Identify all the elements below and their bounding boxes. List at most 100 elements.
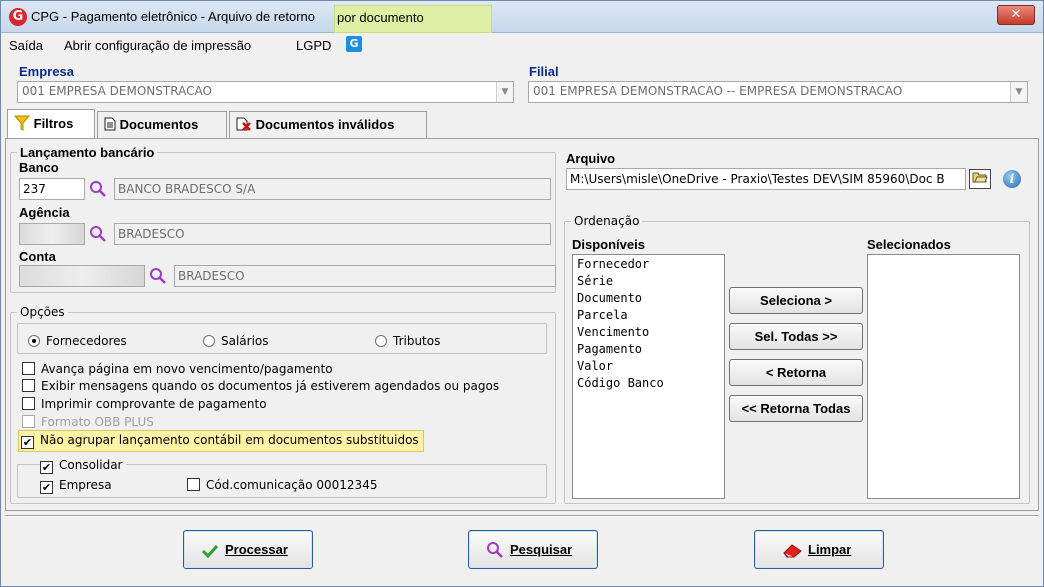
checkbox-box[interactable] [187, 478, 200, 491]
app-logo-icon: G [9, 8, 27, 26]
chevron-down-icon[interactable]: ▼ [1010, 82, 1027, 102]
list-item[interactable]: Documento [577, 291, 720, 308]
checkbox-label: Imprimir comprovante de pagamento [41, 397, 267, 411]
checkbox-formato-obb: Formato OBB PLUS [22, 415, 154, 429]
checkbox-box[interactable] [22, 362, 35, 375]
close-button[interactable]: ✕ [997, 5, 1035, 25]
title-bar: G CPG - Pagamento eletrônico - Arquivo d… [1, 1, 1043, 33]
radio-salarios[interactable]: Salários [203, 334, 269, 348]
menu-abrir-config[interactable]: Abrir configuração de impressão [64, 38, 251, 53]
filter-icon [13, 115, 31, 131]
tab-documentos-invalidos-label: Documentos inválidos [255, 117, 395, 132]
list-item[interactable]: Série [577, 274, 720, 291]
checkbox-label: Cód.comunicação 00012345 [206, 478, 378, 492]
arquivo-label: Arquivo [566, 151, 616, 166]
list-item[interactable]: Pagamento [577, 342, 720, 359]
tab-documentos-invalidos[interactable]: Documentos inválidos [229, 111, 427, 138]
radio-salarios-dot[interactable] [203, 335, 215, 347]
tab-documentos[interactable]: Documentos [97, 111, 227, 138]
radio-tributos-label: Tributos [393, 334, 441, 348]
radio-fornecedores-dot[interactable] [28, 335, 40, 347]
menu-saida[interactable]: Saída [9, 38, 43, 53]
menu-lgpd[interactable]: LGPD [296, 38, 331, 53]
radio-tributos-dot[interactable] [375, 335, 387, 347]
seleciona-button[interactable]: Seleciona > [729, 287, 863, 314]
checkbox-box-checked[interactable]: ✔ [40, 461, 53, 474]
sel-todas-button[interactable]: Sel. Todas >> [729, 323, 863, 350]
bottom-separator [5, 515, 1039, 517]
empresa-value: 001 EMPRESA DEMONSTRACAO [22, 84, 212, 98]
lancamento-title: Lançamento bancário [17, 145, 158, 160]
checkbox-label: Empresa [59, 478, 112, 492]
checkbox-label: Exibir mensagens quando os documentos já… [41, 379, 500, 393]
disponiveis-label: Disponíveis [572, 237, 645, 252]
window-title: CPG - Pagamento eletrônico - Arquivo de … [31, 9, 315, 24]
agencia-name-field: BRADESCO [114, 223, 551, 245]
list-item[interactable]: Parcela [577, 308, 720, 325]
list-item[interactable]: Fornecedor [577, 257, 720, 274]
limpar-button[interactable]: Limpar [754, 530, 884, 569]
banco-code-input[interactable]: 237 [19, 178, 85, 200]
list-item[interactable]: Código Banco [577, 376, 720, 393]
radio-tributos[interactable]: Tributos [375, 334, 440, 348]
conta-code-input[interactable] [19, 265, 145, 287]
checkbox-label: Consolidar [59, 458, 123, 472]
filial-label: Filial [529, 64, 559, 79]
check-icon [201, 544, 219, 559]
processar-label: Processar [225, 542, 288, 557]
opcoes-title: Opções [17, 305, 68, 319]
menu-bar: Saída Abrir configuração de impressão LG… [1, 34, 1043, 56]
checkbox-box [22, 415, 35, 428]
checkbox-box-checked[interactable]: ✔ [40, 481, 53, 494]
radio-fornecedores[interactable]: Fornecedores [28, 334, 127, 348]
checkbox-avanca-pagina[interactable]: Avança página em novo vencimento/pagamen… [22, 362, 333, 376]
selecionados-list[interactable] [867, 254, 1020, 499]
checkbox-label: Avança página em novo vencimento/pagamen… [41, 362, 333, 376]
checkbox-nao-agrupar[interactable]: ✔ Não agrupar lançamento contábil em docu… [18, 430, 424, 452]
checkbox-exibir-mensagens[interactable]: Exibir mensagens quando os documentos já… [22, 379, 499, 393]
search-icon[interactable] [89, 180, 107, 198]
info-icon[interactable]: i [1003, 170, 1021, 188]
checkbox-imprimir-comprovante[interactable]: Imprimir comprovante de pagamento [22, 397, 267, 411]
title-highlight-text: por documento [337, 10, 424, 25]
conta-name-field: BRADESCO [174, 265, 556, 287]
banco-name-field: BANCO BRADESCO S/A [114, 178, 551, 200]
checkbox-cod-comunicacao[interactable]: Cód.comunicação 00012345 [187, 478, 377, 492]
document-icon [104, 117, 116, 131]
tab-filtros[interactable]: Filtros [7, 109, 95, 138]
search-icon[interactable] [149, 267, 167, 285]
agencia-label: Agência [19, 205, 70, 220]
search-icon[interactable] [89, 225, 107, 243]
processar-button[interactable]: Processar [183, 530, 313, 569]
list-item[interactable]: Valor [577, 359, 720, 376]
main-window: G CPG - Pagamento eletrônico - Arquivo d… [0, 0, 1044, 587]
banco-label: Banco [19, 160, 59, 175]
invalid-document-icon [236, 117, 251, 131]
search-icon [487, 542, 503, 558]
checkbox-box[interactable] [22, 379, 35, 392]
filial-combo[interactable]: 001 EMPRESA DEMONSTRACAO -- EMPRESA DEMO… [528, 81, 1028, 103]
tab-filtros-label: Filtros [33, 116, 74, 131]
checkbox-box-checked[interactable]: ✔ [21, 436, 34, 449]
selecionados-label: Selecionados [867, 237, 951, 252]
folder-open-icon[interactable] [969, 169, 991, 189]
list-item[interactable]: Vencimento [577, 325, 720, 342]
agencia-code-input[interactable] [19, 223, 85, 245]
checkbox-box[interactable] [22, 397, 35, 410]
disponiveis-list[interactable]: Fornecedor Série Documento Parcela Venci… [572, 254, 725, 499]
filial-value: 001 EMPRESA DEMONSTRACAO -- EMPRESA DEMO… [533, 84, 903, 98]
chevron-down-icon[interactable]: ▼ [496, 82, 513, 102]
conta-label: Conta [19, 249, 56, 264]
empresa-label: Empresa [19, 64, 74, 79]
retorna-todas-button[interactable]: << Retorna Todas [729, 395, 863, 422]
folder-icon [972, 172, 988, 183]
pesquisar-button[interactable]: Pesquisar [468, 530, 598, 569]
checkbox-label: Não agrupar lançamento contábil em docum… [40, 433, 419, 447]
retorna-button[interactable]: < Retorna [729, 359, 863, 386]
arquivo-input[interactable]: M:\Users\misle\OneDrive - Praxio\Testes … [566, 168, 966, 190]
lgpd-icon[interactable]: G [346, 36, 362, 52]
pesquisar-label: Pesquisar [510, 542, 573, 557]
checkbox-empresa[interactable]: ✔ Empresa [40, 478, 112, 494]
checkbox-consolidar[interactable]: ✔ Consolidar [40, 458, 126, 474]
empresa-combo[interactable]: 001 EMPRESA DEMONSTRACAO ▼ [17, 81, 514, 103]
